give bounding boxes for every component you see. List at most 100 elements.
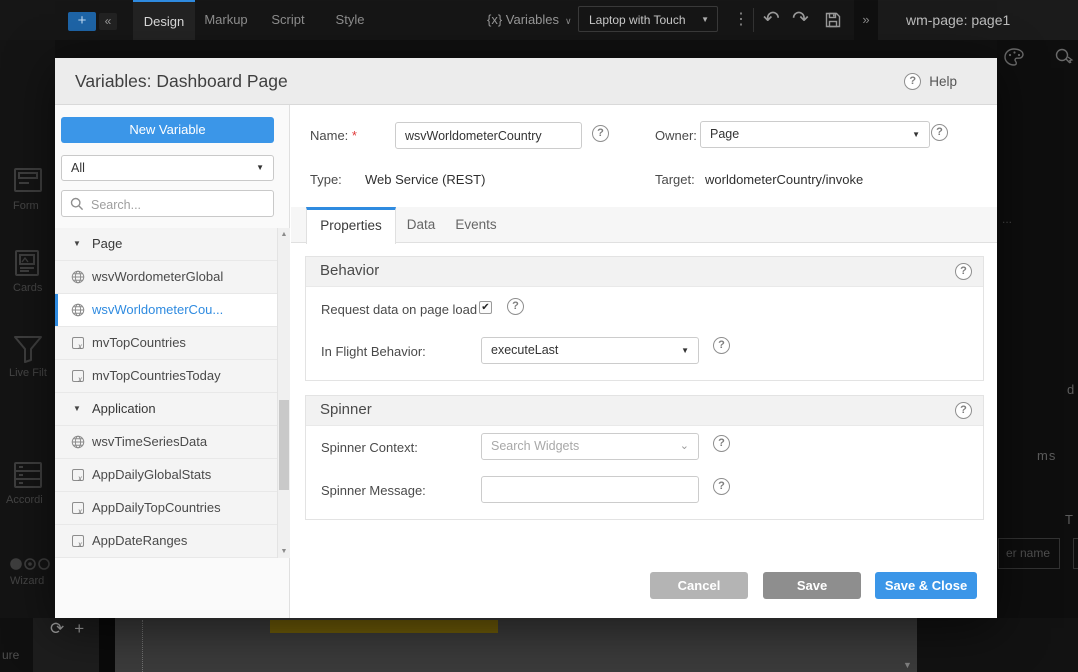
more-options-icon[interactable]: ⋮ [733,8,749,32]
request-data-checkbox[interactable]: ✔ [479,301,492,314]
save-icon[interactable] [824,11,842,29]
panel-actions: ⟳+ [50,619,94,639]
toolbar-divider [753,8,754,32]
palette-item-wizard[interactable]: Wizard [10,575,55,587]
tree-item-mvTopCountries[interactable]: mvTopCountries [55,327,290,360]
owner-select[interactable]: Page ▼ [700,121,930,148]
cards-widget-icon [14,250,40,281]
tree-item-wsvWorldometerCountry[interactable]: wsvWorldometerCou... [55,294,290,327]
chevron-down-icon: ⌄ [680,434,689,459]
name-input[interactable] [395,122,582,149]
theme-palette-icon[interactable] [1004,48,1024,71]
save-button[interactable]: Save [763,572,861,599]
behavior-section-body: Request data on page load ✔ ? In Flight … [306,287,983,380]
collapse-left-icon[interactable]: « [99,13,117,30]
spinner-help-icon[interactable]: ? [955,402,972,419]
device-preview-select[interactable]: Laptop with Touch ▼ [578,6,718,32]
cancel-button[interactable]: Cancel [650,572,748,599]
expand-right-icon[interactable]: » [854,0,878,40]
scroll-down-icon[interactable]: ▼ [278,548,290,555]
caret-down-icon: ▼ [73,228,81,259]
tree-scrollbar[interactable]: ▲ ▼ [277,228,290,558]
palette-item-live-filter[interactable]: Live Filt [9,367,55,379]
owner-label: Owner: * [655,128,706,143]
spinner-context-label: Spinner Context: [321,440,418,455]
name-label: Name: * [310,128,357,143]
new-variable-button[interactable]: New Variable [61,117,274,143]
refresh-icon[interactable]: ⟳ [50,619,74,638]
redo-icon[interactable]: ↷ [792,5,809,33]
palette-item-accordion[interactable]: Accordi [6,494,55,506]
variable-search-box [61,190,274,217]
spinner-message-input[interactable] [481,476,699,503]
spinner-context-combobox[interactable]: Search Widgets ⌄ [481,433,699,460]
inflight-help-icon[interactable]: ? [713,337,730,354]
search-icon [70,197,84,216]
tab-properties[interactable]: Properties [306,207,396,244]
palette-item-form[interactable]: Form [13,200,55,212]
design-canvas: ▼ [115,618,917,672]
scrollbar-thumb[interactable] [279,400,289,490]
model-variable-icon [72,502,84,514]
canvas-highlighted-widget[interactable] [270,620,498,633]
help-link[interactable]: ? Help [904,58,957,104]
tree-item-wsvWordometerGlobal[interactable]: wsvWordometerGlobal [55,261,290,294]
scroll-up-icon[interactable]: ▲ [278,231,290,238]
spinner-title: Spinner [320,396,372,424]
top-toolbar: + « Design Markup Script Style {x} Varia… [0,0,1078,40]
owner-help-icon[interactable]: ? [931,124,948,141]
accordion-widget-icon [14,462,42,493]
spinner-message-label: Spinner Message: [321,483,426,498]
save-and-close-button[interactable]: Save & Close [875,572,977,599]
request-data-help-icon[interactable]: ? [507,298,524,315]
page-badge: wm-page: page1 [906,0,1010,40]
name-help-icon[interactable]: ? [592,125,609,142]
tree-item-wsvTimeSeriesData[interactable]: wsvTimeSeriesData [55,426,290,459]
panel-fragment-d: d [1067,382,1074,397]
canvas-right-gap [917,618,1078,672]
caret-down-icon: ▼ [256,156,264,180]
spinner-message-help-icon[interactable]: ? [713,478,730,495]
tab-design[interactable]: Design [133,0,195,40]
dialog-header: Variables: Dashboard Page ? Help [55,58,997,105]
tree-group-application[interactable]: ▼ Application [55,393,290,426]
add-icon[interactable]: + [74,619,94,638]
inspect-zoom-icon[interactable] [1054,48,1074,71]
tree-item-mvTopCountriesToday[interactable]: mvTopCountriesToday [55,360,290,393]
target-label: Target: [655,172,695,187]
tab-markup[interactable]: Markup [195,0,257,38]
spinner-section: Spinner ? Spinner Context: Search Widget… [305,395,984,520]
tree-group-page[interactable]: ▼ Page [55,228,290,261]
required-mark: * [352,128,357,143]
spinner-section-body: Spinner Context: Search Widgets ⌄ ? Spin… [306,426,983,519]
tree-item-AppDailyTopCountries[interactable]: AppDailyTopCountries [55,492,290,525]
undo-icon[interactable]: ↶ [763,5,780,33]
webservice-globe-icon [71,303,85,320]
type-label: Type: [310,172,342,187]
variable-filter-select[interactable]: All ▼ [61,155,274,181]
search-input[interactable] [89,193,271,216]
live-filter-widget-icon [13,335,43,368]
inflight-behavior-select[interactable]: executeLast ▼ [481,337,699,364]
panel-fragment-input: er name [998,538,1060,569]
webservice-globe-icon [71,435,85,452]
panel-fragment-input2 [1073,538,1078,569]
tree-item-AppDateRanges[interactable]: AppDateRanges [55,525,290,558]
behavior-help-icon[interactable]: ? [955,263,972,280]
help-icon: ? [904,73,921,90]
tab-style[interactable]: Style [319,0,381,38]
add-widget-button[interactable]: + [68,12,96,31]
variables-tree: ▼ Page wsvWordometerGlobal wsvWorldomete… [55,228,290,558]
model-variable-icon [72,370,84,382]
spinner-context-help-icon[interactable]: ? [713,435,730,452]
caret-down-icon: ▼ [701,7,709,33]
panel-fragment-t: T [1065,512,1073,527]
variables-menu[interactable]: {x} Variables∨ [487,0,572,40]
tab-events[interactable]: Events [446,207,506,243]
wavemaker-studio-screen: + « Design Markup Script Style {x} Varia… [0,0,1078,672]
tab-script[interactable]: Script [257,0,319,38]
palette-item-cards[interactable]: Cards [13,282,55,294]
canvas-caret-down-icon: ▼ [903,660,912,670]
tab-data[interactable]: Data [396,207,446,243]
tree-item-AppDailyGlobalStats[interactable]: AppDailyGlobalStats [55,459,290,492]
